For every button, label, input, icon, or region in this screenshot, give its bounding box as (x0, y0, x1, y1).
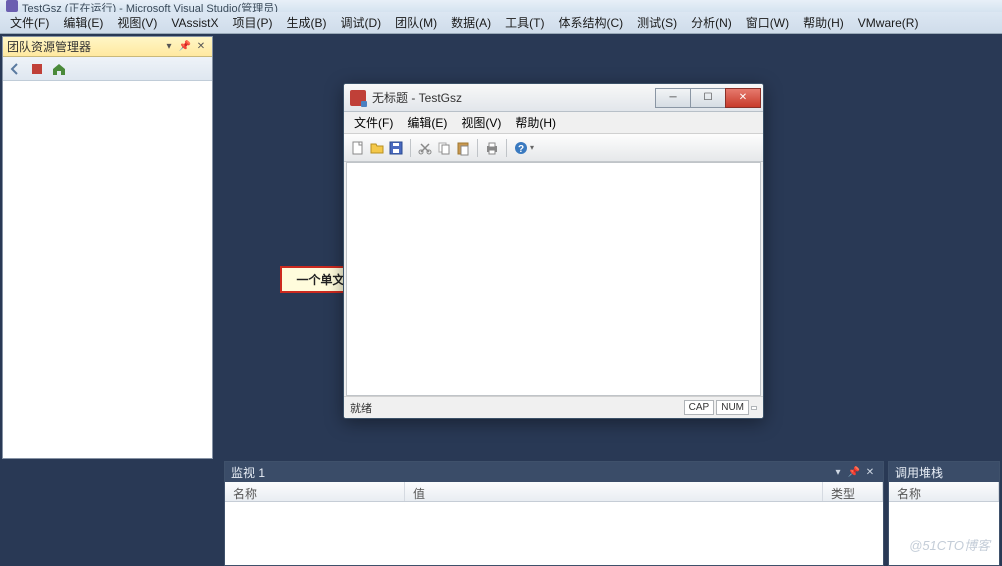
status-cap: CAP (684, 400, 715, 415)
team-explorer-toolbar (3, 57, 212, 81)
mfc-toolbar: ? ▾ (344, 134, 763, 162)
watch-title: 监视 1 (231, 464, 265, 481)
mfc-title-text: 无标题 - TestGsz (372, 89, 656, 106)
menu-help[interactable]: 帮助(H) (797, 12, 850, 33)
callstack-title: 调用堆栈 (895, 464, 943, 481)
team-explorer-titlebar: 团队资源管理器 ▾ 📌 ✕ (3, 37, 212, 57)
panel-dropdown-icon[interactable]: ▾ (162, 40, 176, 54)
menu-data[interactable]: 数据(A) (445, 12, 497, 33)
callstack-grid-body[interactable] (889, 502, 999, 565)
vs-title-text: TestGsz (正在运行) - Microsoft Visual Studio… (22, 0, 278, 12)
paste-icon[interactable] (455, 140, 471, 156)
watch-dropdown-icon[interactable]: ▾ (831, 465, 845, 479)
save-icon[interactable] (388, 140, 404, 156)
menu-edit[interactable]: 编辑(E) (57, 12, 109, 33)
menu-analyze[interactable]: 分析(N) (685, 12, 738, 33)
menu-team[interactable]: 团队(M) (389, 12, 443, 33)
mfc-app-window[interactable]: 无标题 - TestGsz ─ ☐ ✕ 文件(F) 编辑(E) 视图(V) 帮助… (343, 83, 764, 419)
cut-icon[interactable] (417, 140, 433, 156)
close-button[interactable]: ✕ (725, 88, 761, 108)
print-icon[interactable] (484, 140, 500, 156)
mfc-menu-file[interactable]: 文件(F) (348, 112, 399, 133)
mfc-menu-view[interactable]: 视图(V) (455, 112, 507, 133)
help-about-icon[interactable]: ? (513, 140, 529, 156)
dropdown-icon[interactable]: ▾ (530, 143, 534, 152)
watch-titlebar: 监视 1 ▾ 📌 ✕ (225, 462, 883, 482)
status-scrl (751, 406, 757, 410)
callstack-grid-header: 名称 (889, 482, 999, 502)
menu-test[interactable]: 测试(S) (631, 12, 683, 33)
callstack-col-name[interactable]: 名称 (889, 482, 999, 501)
watermark-text: @51CTO博客 (909, 535, 990, 554)
watch-col-value[interactable]: 值 (405, 482, 823, 501)
callstack-titlebar: 调用堆栈 (889, 462, 999, 482)
panel-close-icon[interactable]: ✕ (194, 40, 208, 54)
new-file-icon[interactable] (350, 140, 366, 156)
mfc-statusbar: 就绪 CAP NUM (344, 396, 763, 418)
mfc-client-area (346, 162, 761, 396)
panel-pin-icon[interactable]: 📌 (178, 40, 192, 54)
copy-icon[interactable] (436, 140, 452, 156)
menu-window[interactable]: 窗口(W) (740, 12, 795, 33)
watch-pin-icon[interactable]: 📌 (847, 465, 861, 479)
team-explorer-panel: 团队资源管理器 ▾ 📌 ✕ (2, 36, 213, 459)
minimize-button[interactable]: ─ (655, 88, 691, 108)
watch-col-type[interactable]: 类型 (823, 482, 883, 501)
vs-app-icon (6, 0, 18, 12)
menu-vassistx[interactable]: VAssistX (165, 14, 224, 32)
stop-icon[interactable] (29, 61, 45, 77)
team-explorer-body (3, 81, 212, 458)
mfc-menu-help[interactable]: 帮助(H) (509, 112, 562, 133)
menu-debug[interactable]: 调试(D) (334, 12, 387, 33)
mfc-menu-edit[interactable]: 编辑(E) (401, 112, 453, 133)
menu-file[interactable]: 文件(F) (4, 12, 55, 33)
menu-architecture[interactable]: 体系结构(C) (552, 12, 629, 33)
menu-project[interactable]: 项目(P) (226, 12, 278, 33)
mfc-app-icon (350, 90, 366, 106)
menu-build[interactable]: 生成(B) (280, 12, 332, 33)
status-num: NUM (716, 400, 749, 415)
menu-view[interactable]: 视图(V) (111, 12, 163, 33)
home-icon[interactable] (51, 61, 67, 77)
watch-col-name[interactable]: 名称 (225, 482, 405, 501)
vs-titlebar: TestGsz (正在运行) - Microsoft Visual Studio… (0, 0, 1002, 12)
team-explorer-title: 团队资源管理器 (7, 38, 91, 55)
open-file-icon[interactable] (369, 140, 385, 156)
status-ready: 就绪 (350, 400, 372, 416)
nav-back-icon[interactable] (7, 61, 23, 77)
watch-panel: 监视 1 ▾ 📌 ✕ 名称 值 类型 (224, 461, 884, 566)
mfc-menubar: 文件(F) 编辑(E) 视图(V) 帮助(H) (344, 112, 763, 134)
watch-grid-body[interactable] (225, 502, 883, 565)
mfc-titlebar[interactable]: 无标题 - TestGsz ─ ☐ ✕ (344, 84, 763, 112)
vs-menubar: 文件(F) 编辑(E) 视图(V) VAssistX 项目(P) 生成(B) 调… (0, 12, 1002, 34)
menu-vmware[interactable]: VMware(R) (852, 14, 925, 32)
menu-tools[interactable]: 工具(T) (499, 12, 550, 33)
watch-grid-header: 名称 值 类型 (225, 482, 883, 502)
watch-close-icon[interactable]: ✕ (863, 465, 877, 479)
maximize-button[interactable]: ☐ (690, 88, 726, 108)
svg-text:?: ? (518, 144, 524, 155)
